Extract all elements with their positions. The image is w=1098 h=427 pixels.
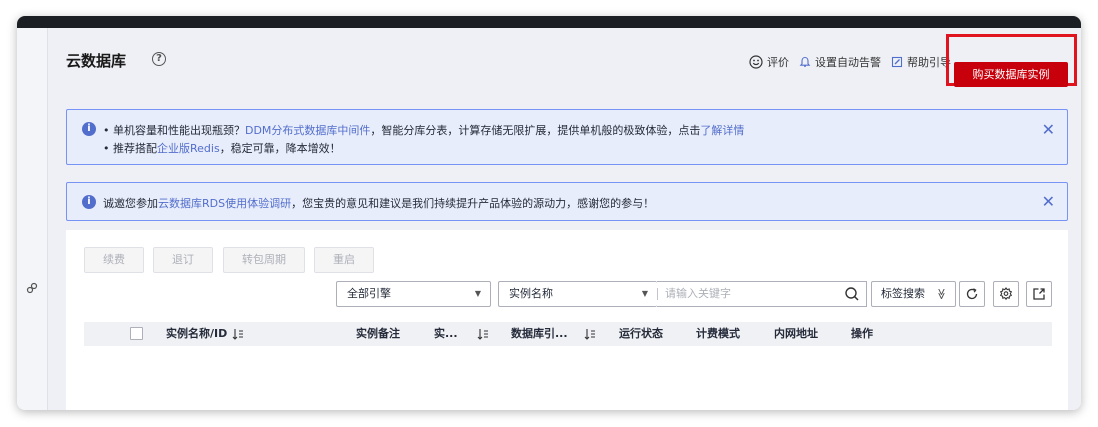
left-rail (17, 28, 48, 410)
table-header: 实例名称/ID 实例备注 实... 数据库引... 运行状态 计费模式 内网地址… (84, 322, 1052, 346)
help-guide-link[interactable]: 帮助引导 (891, 54, 951, 70)
caret-down-icon: ▼ (474, 289, 481, 298)
info-icon: i (82, 122, 96, 136)
select-all-checkbox[interactable] (130, 327, 143, 340)
help-guide-label: 帮助引导 (907, 56, 951, 69)
to-yearly-button[interactable]: 转包周期 (223, 247, 305, 273)
main-content: 云数据库 ? 评价 设置自动告警 帮助引导 购买数据库实例 i • 单机容量和性… (48, 28, 1081, 410)
bell-icon (799, 56, 811, 67)
info-icon: i (82, 195, 96, 209)
feedback-label: 评价 (767, 56, 789, 69)
tag-search-button[interactable]: 标签搜索 ≫ (871, 281, 956, 307)
learn-more-link[interactable]: 了解详情 (700, 124, 744, 137)
search-input[interactable]: 请输入关键字 (657, 281, 867, 307)
notice-line-2: • 推荐搭配企业版Redis，稳定可靠，降本增效！ (103, 140, 341, 156)
sort-icon[interactable] (477, 328, 489, 340)
unsubscribe-button[interactable]: 退订 (153, 247, 213, 273)
chevron-down-icon: ≫ (935, 288, 949, 300)
sort-icon[interactable] (232, 328, 244, 340)
notice-text: ，稳定可靠，降本增效！ (219, 142, 341, 155)
engine-select[interactable]: 全部引擎 ▼ (336, 281, 491, 307)
header-actions: 评价 设置自动告警 帮助引导 (749, 54, 951, 70)
ddm-link[interactable]: DDM分布式数据库中间件 (245, 124, 370, 137)
restart-button[interactable]: 重启 (314, 247, 374, 273)
notice-text: ，智能分库分表，计算存储无限扩展，提供单机般的极致体验，点击 (370, 124, 701, 137)
column-header[interactable]: 数据库引... (511, 322, 568, 346)
survey-line: 诚邀您参加云数据库RDS使用体验调研，您宝贵的意见和建议是我们持续提升产品体验的… (103, 195, 654, 211)
link-icon[interactable] (26, 282, 38, 297)
search-field-value: 实例名称 (509, 287, 553, 300)
notice-text: 诚邀您参加 (103, 197, 158, 210)
gear-icon (999, 287, 1013, 301)
search-placeholder: 请输入关键字 (665, 287, 731, 300)
smile-icon (749, 55, 763, 69)
refresh-icon (966, 288, 978, 300)
column-header[interactable]: 运行状态 (619, 322, 663, 346)
redis-link[interactable]: 企业版Redis (157, 142, 220, 155)
engine-select-value: 全部引擎 (347, 287, 391, 300)
column-header[interactable]: 实例名称/ID (166, 322, 227, 346)
renew-button[interactable]: 续费 (84, 247, 144, 273)
export-icon (1033, 288, 1045, 300)
column-header[interactable]: 内网地址 (774, 322, 818, 346)
column-header[interactable]: 实... (434, 322, 458, 346)
edit-icon (891, 56, 903, 68)
help-icon[interactable]: ? (152, 52, 166, 66)
notice-line-1: • 单机容量和性能出现瓶颈？DDM分布式数据库中间件，智能分库分表，计算存储无限… (103, 122, 744, 138)
divider (657, 288, 658, 300)
notice-text: • 单机容量和性能出现瓶颈？ (103, 124, 245, 137)
notice-text: • 推荐搭配 (103, 142, 157, 155)
tag-search-label: 标签搜索 (881, 287, 925, 300)
browser-window: 云数据库 ? 评价 设置自动告警 帮助引导 购买数据库实例 i • 单机容量和性… (17, 16, 1081, 410)
instance-panel: 续费 退订 转包周期 重启 全部引擎 ▼ 实例名称 ▼ 请输入关键字 标签搜索 … (66, 230, 1068, 410)
search-field-select[interactable]: 实例名称 ▼ (498, 281, 657, 307)
buy-instance-button[interactable]: 购买数据库实例 (954, 62, 1068, 87)
column-header[interactable]: 实例备注 (356, 322, 400, 346)
feedback-link[interactable]: 评价 (749, 54, 789, 70)
survey-notice: i 诚邀您参加云数据库RDS使用体验调研，您宝贵的意见和建议是我们持续提升产品体… (66, 182, 1068, 221)
window-top-bar (17, 16, 1081, 28)
ddm-notice: i • 单机容量和性能出现瓶颈？DDM分布式数据库中间件，智能分库分表，计算存储… (66, 109, 1068, 165)
column-header[interactable]: 操作 (851, 322, 873, 346)
auto-alarm-label: 设置自动告警 (815, 56, 881, 69)
caret-down-icon: ▼ (641, 289, 648, 298)
page-title: 云数据库 (66, 52, 127, 70)
close-icon[interactable]: ✕ (1042, 194, 1055, 210)
column-header[interactable]: 计费模式 (696, 322, 740, 346)
page-header: 云数据库 ? 评价 设置自动告警 帮助引导 (48, 28, 1081, 96)
sort-icon[interactable] (584, 328, 596, 340)
export-button[interactable] (1026, 281, 1052, 307)
settings-button[interactable] (993, 281, 1019, 307)
notice-text: ，您宝贵的意见和建议是我们持续提升产品体验的源动力，感谢您的参与！ (291, 197, 655, 210)
refresh-button[interactable] (959, 281, 985, 307)
search-icon[interactable] (844, 286, 860, 302)
survey-link[interactable]: 云数据库RDS使用体验调研 (158, 197, 291, 210)
auto-alarm-link[interactable]: 设置自动告警 (799, 54, 881, 70)
close-icon[interactable]: ✕ (1042, 122, 1055, 138)
